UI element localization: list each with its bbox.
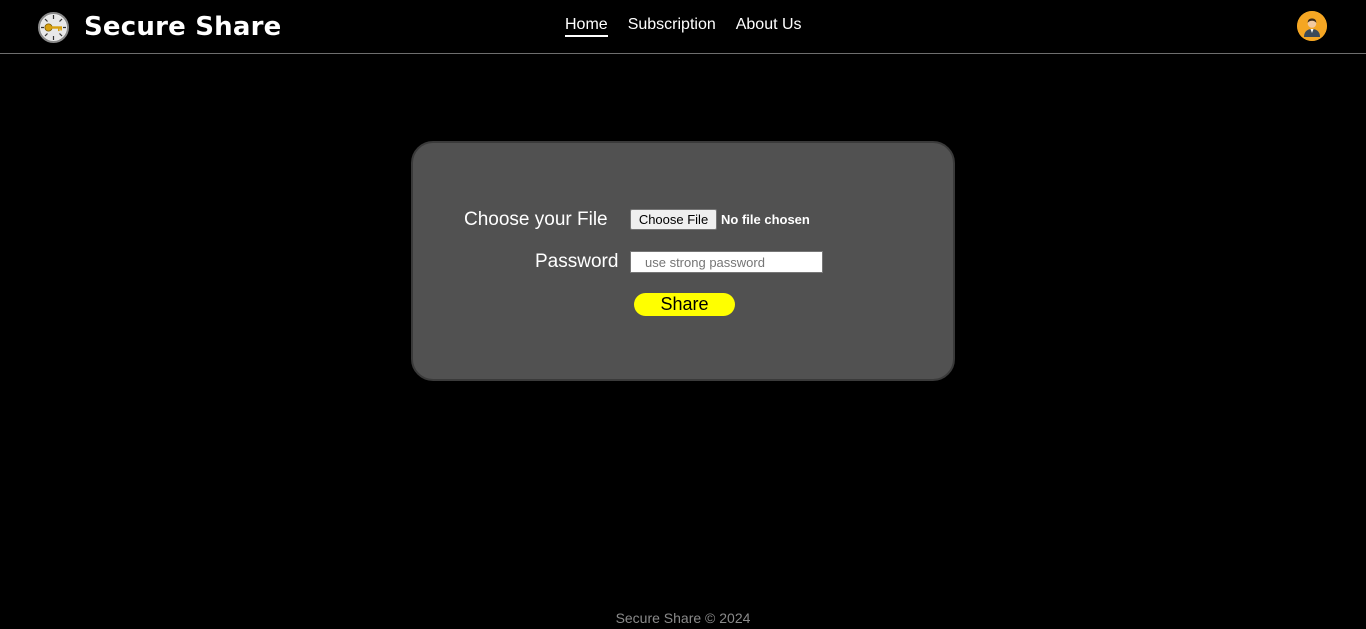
password-label: Password: [535, 251, 619, 272]
top-navbar: Secure Share Home Subscription About Us: [0, 0, 1366, 54]
user-avatar-icon[interactable]: [1297, 11, 1327, 41]
share-button[interactable]: Share: [634, 293, 735, 316]
password-input[interactable]: [630, 251, 823, 273]
brand-name: Secure Share: [84, 12, 282, 42]
nav-home-link[interactable]: Home: [565, 15, 608, 37]
upload-card: Choose your File Choose File No file cho…: [411, 141, 955, 381]
choose-file-button[interactable]: Choose File: [630, 209, 717, 230]
key-logo-icon: [38, 11, 69, 43]
main-nav: Home Subscription About Us: [565, 15, 802, 37]
footer-text: Secure Share © 2024: [615, 610, 751, 626]
brand[interactable]: Secure Share: [38, 11, 281, 43]
file-status-text: No file chosen: [721, 212, 810, 227]
nav-subscription-link[interactable]: Subscription: [628, 15, 716, 37]
file-label: Choose your File: [464, 209, 608, 230]
nav-about-link[interactable]: About Us: [736, 15, 802, 37]
